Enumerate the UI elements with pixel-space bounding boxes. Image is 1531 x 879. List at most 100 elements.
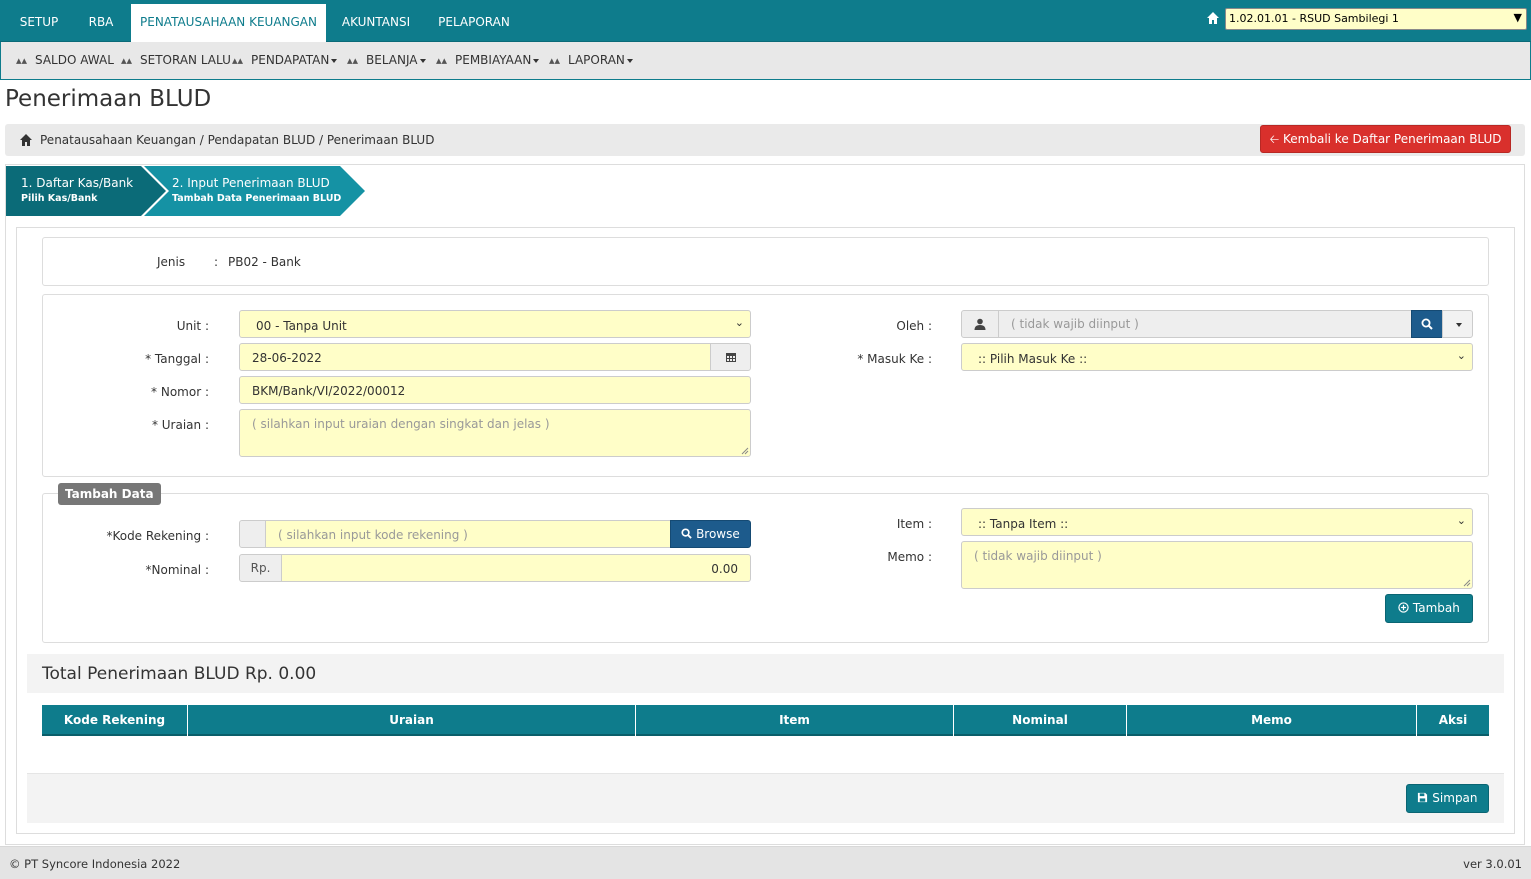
menu-belanja-label: BELANJA	[366, 53, 418, 67]
chevron-down-icon: ⌄	[1456, 349, 1466, 362]
browse-label: Browse	[696, 527, 740, 541]
menu-pembiayaan[interactable]: ▴▴ PEMBIAYAAN	[436, 53, 540, 67]
item-select[interactable]: :: Tanpa Item :: ⌄	[961, 508, 1473, 536]
unit-select[interactable]: 1.02.01.01 - RSUD Sambilegi 1 ▼	[1225, 8, 1527, 30]
tanggal-input[interactable]: 28-06-2022	[239, 343, 711, 371]
plus-circle-icon	[1398, 602, 1409, 613]
step-1-title: 1. Daftar Kas/Bank	[21, 176, 134, 190]
step-2-title: 2. Input Penerimaan BLUD	[172, 176, 330, 190]
tab-setup[interactable]: SETUP	[8, 4, 70, 42]
oleh-placeholder: ( tidak wajib diinput )	[1011, 317, 1139, 331]
jenis-label: Jenis	[157, 255, 186, 269]
menu-setoran-lalu[interactable]: ▴▴ SETORAN LALU	[121, 53, 231, 67]
item-value: :: Tanpa Item ::	[978, 517, 1069, 531]
cubes-icon: ▴▴	[16, 54, 28, 67]
nominal-input[interactable]: 0.00	[281, 554, 751, 582]
item-label: Item :	[896, 517, 932, 531]
oleh-input[interactable]: ( tidak wajib diinput )	[998, 310, 1412, 338]
calendar-button[interactable]	[710, 343, 751, 371]
masuk-ke-value: :: Pilih Masuk Ke ::	[978, 352, 1088, 366]
oleh-label: Oleh :	[896, 319, 932, 333]
caret-down-icon	[419, 58, 426, 63]
nominal-prefix: Rp.	[239, 554, 282, 582]
save-bar	[27, 773, 1504, 823]
kode-rekening-label: *Kode Rekening :	[106, 529, 209, 543]
nominal-value: 0.00	[711, 562, 738, 576]
top-navbar: SETUP RBA PENATAUSAHAAN KEUANGAN AKUNTAN…	[0, 0, 1531, 42]
uraian-textarea[interactable]: ( silahkan input uraian dengan singkat d…	[239, 409, 751, 457]
column-aksi: Aksi	[1438, 713, 1468, 727]
simpan-label: Simpan	[1432, 791, 1478, 805]
nominal-label: *Nominal :	[145, 563, 210, 577]
search-oleh-button[interactable]	[1411, 310, 1443, 338]
uraian-placeholder: ( silahkan input uraian dengan singkat d…	[252, 417, 550, 431]
nomor-label: * Nomor :	[151, 385, 209, 399]
menu-saldo-awal[interactable]: ▴▴ SALDO AWAL	[16, 53, 114, 67]
page-title: Penerimaan BLUD	[5, 86, 212, 112]
cubes-icon: ▴▴	[347, 54, 359, 67]
search-icon	[1421, 318, 1433, 330]
menu-laporan-label: LAPORAN	[568, 53, 625, 67]
resize-handle-icon[interactable]	[741, 447, 749, 455]
home-icon[interactable]	[19, 133, 33, 147]
step-1-subtitle: Pilih Kas/Bank	[21, 193, 98, 204]
tab-penatausahaan-keuangan[interactable]: PENATAUSAHAAN KEUANGAN	[131, 4, 326, 42]
unit-select-value: 00 - Tanpa Unit	[256, 319, 347, 333]
chevron-down-icon: ⌄	[1456, 514, 1466, 527]
tanggal-label: * Tanggal :	[145, 352, 209, 366]
tab-pelaporan[interactable]: PELAPORAN	[428, 4, 520, 42]
caret-down-icon	[1455, 323, 1462, 327]
total-bar: Total Penerimaan BLUD Rp. 0.00	[27, 654, 1504, 693]
column-item: Item	[636, 705, 954, 736]
back-to-list-label: Kembali ke Daftar Penerimaan BLUD	[1283, 132, 1502, 146]
menu-laporan[interactable]: ▴▴ LAPORAN	[549, 53, 633, 67]
total-penerimaan-text: Total Penerimaan BLUD Rp. 0.00	[42, 664, 317, 684]
menu-setoran-lalu-label: SETORAN LALU	[140, 53, 231, 67]
tanggal-value: 28-06-2022	[252, 351, 322, 365]
menu-belanja[interactable]: ▴▴ BELANJA	[347, 53, 426, 67]
calendar-icon	[725, 353, 736, 362]
menu-pendapatan-label: PENDAPATAN	[251, 53, 330, 67]
simpan-button[interactable]: Simpan	[1406, 784, 1489, 813]
caret-down-icon	[533, 58, 540, 63]
step-daftar-kas-bank[interactable]: 1. Daftar Kas/Bank Pilih Kas/Bank	[6, 166, 156, 216]
unit-select[interactable]: 00 - Tanpa Unit ⌄	[239, 310, 751, 338]
column-nominal: Nominal	[954, 705, 1127, 736]
step-2-subtitle: Tambah Data Penerimaan BLUD	[172, 193, 342, 204]
tambah-data-legend: Tambah Data	[58, 483, 161, 505]
unit-select-value: 1.02.01.01 - RSUD Sambilegi 1	[1229, 12, 1399, 25]
step-input-penerimaan[interactable]: 2. Input Penerimaan BLUD Tambah Data Pen…	[157, 166, 357, 216]
column-memo: Memo	[1127, 705, 1417, 736]
resize-handle-icon[interactable]	[1463, 579, 1471, 587]
user-addon	[961, 310, 999, 338]
cubes-icon: ▴▴	[232, 54, 244, 67]
kode-rekening-input[interactable]: ( silahkan input kode rekening )	[265, 520, 671, 548]
masuk-ke-label: * Masuk Ke :	[857, 352, 932, 366]
breadcrumb-text[interactable]: Penatausahaan Keuangan / Pendapatan BLUD…	[40, 133, 434, 147]
nomor-input[interactable]: BKM/Bank/VI/2022/00012	[239, 376, 751, 404]
chevron-down-icon: ⌄	[734, 316, 744, 329]
tab-rba[interactable]: RBA	[76, 4, 126, 42]
memo-textarea[interactable]: ( tidak wajib diinput )	[961, 541, 1473, 589]
jenis-colon: :	[214, 255, 219, 269]
memo-label: Memo :	[887, 550, 932, 564]
uraian-label: * Uraian :	[151, 418, 209, 432]
browse-button[interactable]: Browse	[670, 520, 751, 548]
column-uraian: Uraian	[188, 705, 636, 736]
version-text: ver 3.0.01	[1463, 857, 1522, 871]
table-header: Kode Rekening Uraian Item Nominal Memo A…	[42, 705, 1489, 736]
back-to-list-button[interactable]: 🡠 Kembali ke Daftar Penerimaan BLUD	[1260, 125, 1511, 153]
home-icon[interactable]	[1206, 11, 1220, 25]
column-kode-rekening: Kode Rekening	[42, 705, 188, 736]
search-icon	[681, 528, 692, 539]
tab-akuntansi[interactable]: AKUNTANSI	[331, 4, 421, 42]
tambah-button[interactable]: Tambah	[1385, 594, 1473, 623]
caret-down-icon	[626, 58, 633, 63]
cubes-icon: ▴▴	[121, 54, 133, 67]
save-icon	[1418, 792, 1428, 803]
arrow-left-icon: 🡠	[1269, 132, 1280, 146]
kode-rekening-addon	[239, 520, 266, 548]
menu-pendapatan[interactable]: ▴▴ PENDAPATAN	[232, 53, 338, 67]
oleh-dropdown-button[interactable]	[1442, 310, 1473, 338]
masuk-ke-select[interactable]: :: Pilih Masuk Ke :: ⌄	[961, 343, 1473, 371]
